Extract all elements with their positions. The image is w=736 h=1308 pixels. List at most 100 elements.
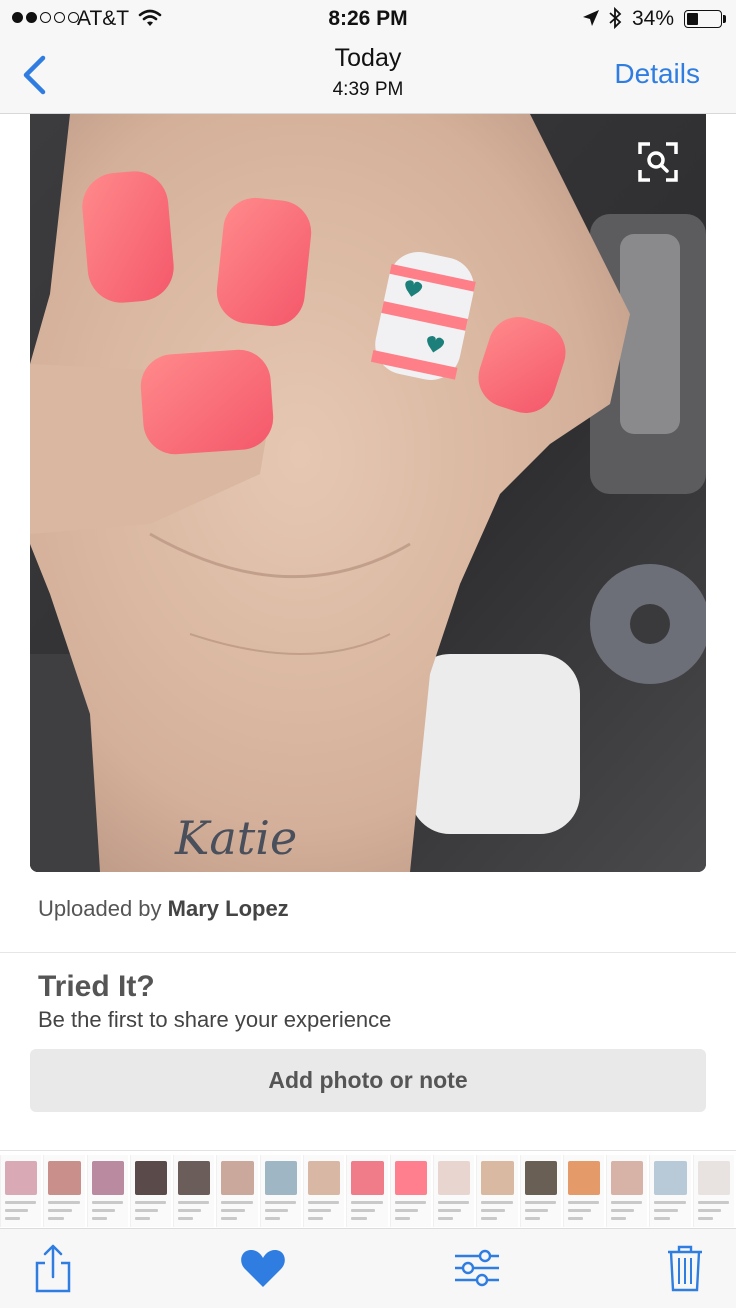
thumbnail-image [264,1161,298,1195]
thumbnail-text-line [48,1201,80,1204]
thumbnail-image [351,1161,384,1195]
thumbnail-text-line [697,1201,729,1204]
tattoo-text: Katie [174,811,297,865]
thumbnail-text-line [134,1209,159,1212]
thumbnail-text-line [221,1217,237,1220]
thumbnail-image [611,1161,644,1195]
thumbnail-image [5,1161,38,1195]
pin-photo[interactable]: Katie [30,114,706,872]
thumbnail-image [91,1161,124,1195]
details-button[interactable]: Details [614,58,700,90]
thumbnail-image [481,1161,514,1195]
thumbnail-item[interactable] [259,1155,302,1227]
thumbnail-text-line [351,1209,375,1212]
thumbnail-text-line [654,1209,678,1212]
thumbnail-text-line [481,1217,497,1220]
thumbnail-text-line [308,1209,332,1212]
uploader-line: Uploaded by Mary Lopez [38,896,289,922]
like-button[interactable] [238,1243,288,1293]
thumbnail-text-line [654,1201,686,1204]
tried-it-title: Tried It? [38,970,155,1003]
sliders-icon [455,1249,499,1287]
thumbnail-text-line [437,1201,470,1204]
thumbnail-text-line [524,1209,548,1212]
bluetooth-icon [607,6,623,35]
thumbnail-text-line [567,1217,584,1220]
navigation-bar: Today 4:39 PM Details [0,38,736,114]
thumbnail-item[interactable] [0,1155,42,1227]
uploader-prefix: Uploaded by [38,896,168,921]
thumbnail-image [48,1161,81,1195]
section-divider [0,952,736,953]
thumbnail-image [134,1161,168,1195]
thumbnail-text-line [134,1201,167,1204]
thumbnail-item[interactable] [303,1155,345,1227]
thumbnail-strip[interactable] [0,1150,736,1228]
delete-button[interactable] [660,1243,710,1293]
thumbnail-text-line [5,1201,37,1204]
thumbnail-text-line [394,1209,418,1212]
add-photo-or-note-button[interactable]: Add photo or note [30,1049,706,1112]
tried-it-subtitle: Be the first to share your experience [38,1007,392,1032]
thumbnail-text-line [5,1217,21,1220]
thumbnail-item[interactable] [476,1155,518,1227]
thumbnail-text-line [264,1217,281,1220]
thumbnail-text-line [567,1201,600,1204]
thumbnail-text-line [524,1201,556,1204]
thumbnail-text-line [178,1217,194,1220]
thumbnail-text-line [91,1209,115,1212]
thumbnail-text-line [48,1209,72,1212]
thumbnail-text-line [221,1209,245,1212]
thumbnail-text-line [134,1217,151,1220]
thumbnail-image [178,1161,211,1195]
battery-percent: 34% [632,7,675,30]
thumbnail-image [524,1161,557,1195]
thumbnail-text-line [611,1201,643,1204]
thumbnail-text-line [394,1201,426,1204]
thumbnail-text-line [91,1201,123,1204]
visual-search-button[interactable] [636,140,680,184]
thumbnail-text-line [5,1209,29,1212]
thumbnail-item[interactable] [216,1155,258,1227]
thumbnail-text-line [351,1217,367,1220]
thumbnail-item[interactable] [129,1155,172,1227]
thumbnail-item[interactable] [346,1155,388,1227]
bottom-toolbar [0,1228,736,1308]
adjust-button[interactable] [452,1243,502,1293]
thumbnail-text-line [178,1209,202,1212]
thumbnail-text-line [437,1217,454,1220]
thumbnail-image [221,1161,254,1195]
thumbnail-text-line [48,1217,64,1220]
thumbnail-text-line [481,1209,505,1212]
thumbnail-text-line [481,1201,513,1204]
thumbnail-text-line [611,1209,635,1212]
thumbnail-item[interactable] [432,1155,475,1227]
status-bar: AT&T 8:26 PM 34% [0,0,736,38]
thumbnail-image [308,1161,341,1195]
status-time: 8:26 PM [328,7,408,30]
thumbnail-text-line [567,1209,592,1212]
uploader-name[interactable]: Mary Lopez [168,896,289,921]
thumbnail-text-line [524,1217,540,1220]
thumbnail-item[interactable] [692,1155,734,1227]
thumbnail-image [567,1161,601,1195]
thumbnail-text-line [697,1209,721,1212]
thumbnail-image [437,1161,471,1195]
share-button[interactable] [28,1243,78,1293]
thumbnail-item[interactable] [649,1155,691,1227]
heart-icon [241,1250,285,1287]
thumbnail-item[interactable] [86,1155,128,1227]
thumbnail-text-line [264,1209,289,1212]
thumbnail-item[interactable] [606,1155,648,1227]
thumbnail-item[interactable] [562,1155,605,1227]
thumbnail-text-line [221,1201,253,1204]
location-arrow-icon [582,9,600,32]
thumbnail-text-line [308,1201,340,1204]
thumbnail-item[interactable] [389,1155,431,1227]
thumbnail-item[interactable] [173,1155,215,1227]
thumbnail-text-line [91,1217,107,1220]
thumbnail-item[interactable] [519,1155,561,1227]
thumbnail-text-line [264,1201,297,1204]
thumbnail-item[interactable] [43,1155,85,1227]
thumbnail-text-line [611,1217,627,1220]
